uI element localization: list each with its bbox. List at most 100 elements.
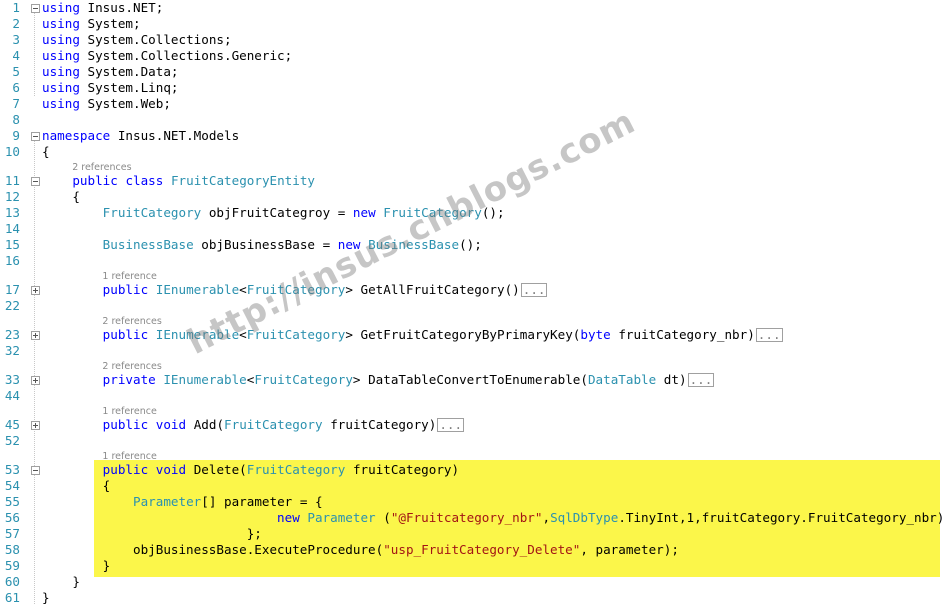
code-line[interactable]: 2 using System; [0,16,945,32]
code-token: DataTable [587,372,657,387]
line-number: 45 [4,417,20,432]
code-line[interactable]: 59 } [0,558,945,574]
line-number: 60 [4,574,20,589]
code-token: System.Linq; [79,80,179,95]
code-token: FruitCategory [224,417,323,432]
code-line[interactable]: 22 [0,298,945,314]
code-line[interactable]: 16 [0,253,945,269]
code-token: > DataTableConvertToEnumerable( [352,372,588,387]
code-text: } [42,590,50,606]
line-number: 11 [4,173,20,188]
code-line[interactable]: 44 [0,388,945,404]
collapsed-region-button[interactable]: ... [755,328,783,342]
code-line[interactable]: 53 public void Delete(FruitCategory frui… [0,462,945,478]
code-token: IEnumerable [155,282,240,297]
code-token: , [542,510,551,525]
line-number: 9 [12,128,20,143]
code-token: new [352,205,376,220]
code-editor[interactable]: 1 using Insus.NET; 2 using System; 3 using Sy… [0,0,945,609]
code-token: BusinessBase [102,237,194,252]
code-token: FruitCategory [102,205,202,220]
code-token: public [102,327,149,342]
code-text: using System.Web; [42,96,171,112]
code-text: using System.Collections.Generic; [42,48,292,64]
code-line[interactable]: 61} [0,590,945,606]
code-text: public void Add(FruitCategory fruitCateg… [42,417,465,433]
code-token: System.Web; [79,96,171,111]
collapse-icon[interactable] [31,4,40,13]
code-line[interactable]: 33 private IEnumerable<FruitCategory> Da… [0,372,945,388]
code-text: public IEnumerable<FruitCategory> GetFru… [42,327,783,343]
code-token: private [102,372,156,387]
line-number: 59 [4,558,20,573]
line-number: 10 [4,144,20,159]
code-token: System; [79,16,141,31]
code-line[interactable]: 6 using System.Linq; [0,80,945,96]
code-token: .TinyInt,1,fruitCategory.FruitCategory_n… [618,510,945,525]
code-token: Add( [186,417,225,432]
code-token: objBusinessBase = [193,237,338,252]
code-line[interactable]: 60 } [0,574,945,590]
code-line[interactable]: 17 public IEnumerable<FruitCategory> Get… [0,282,945,298]
code-line[interactable]: 32 [0,343,945,359]
code-line[interactable]: 54 { [0,478,945,494]
line-number: 2 [12,16,20,31]
code-line[interactable]: 56 new Parameter ("@Fruitcategory_nbr",S… [0,510,945,526]
code-text: } [42,558,111,574]
code-token: [] parameter = { [201,494,323,509]
line-number: 54 [4,478,20,493]
collapsed-region-button[interactable]: ... [437,418,465,432]
code-text: public void Delete(FruitCategory fruitCa… [42,462,459,478]
code-line[interactable]: 15 BusinessBase objBusinessBase = new Bu… [0,237,945,253]
code-text: { [42,478,111,494]
line-number: 16 [4,253,20,268]
line-number: 61 [4,590,20,605]
expand-icon[interactable] [31,421,40,430]
code-line[interactable]: 3 using System.Collections; [0,32,945,48]
code-line[interactable]: 45 public void Add(FruitCategory fruitCa… [0,417,945,433]
code-token: , parameter); [580,542,679,557]
code-text: { [42,144,50,160]
expand-icon[interactable] [31,331,40,340]
line-number: 14 [4,221,20,236]
collapsed-region-button[interactable]: ... [520,283,548,297]
code-line[interactable]: 7 using System.Web; [0,96,945,112]
collapse-icon[interactable] [31,177,40,186]
code-token: class [125,173,164,188]
line-number: 5 [12,64,20,79]
expand-icon[interactable] [31,286,40,295]
collapsed-region-button[interactable]: ... [687,373,715,387]
code-line[interactable]: 1 using Insus.NET; [0,0,945,16]
code-token: Parameter [307,510,376,525]
code-text: public class FruitCategoryEntity [42,173,315,189]
code-line[interactable]: 57 }; [0,526,945,542]
code-line[interactable]: 5 using System.Data; [0,64,945,80]
code-token: byte [580,327,611,342]
code-line[interactable]: 4 using System.Collections.Generic; [0,48,945,64]
code-line[interactable]: 10 { [0,144,945,160]
code-line[interactable]: 52 [0,433,945,449]
line-number: 17 [4,282,20,297]
code-token: Insus.NET; [79,0,164,15]
code-line[interactable]: 55 Parameter[] parameter = { [0,494,945,510]
code-token: System.Collections.Generic; [79,48,293,63]
code-line[interactable]: 8 [0,112,945,128]
code-line[interactable]: 58 objBusinessBase.ExecuteProcedure("usp… [0,542,945,558]
line-number: 23 [4,327,20,342]
code-line[interactable]: 23 public IEnumerable<FruitCategory> Get… [0,327,945,343]
collapse-icon[interactable] [31,466,40,475]
code-token: Parameter [133,494,202,509]
expand-icon[interactable] [31,376,40,385]
collapse-icon[interactable] [31,132,40,141]
code-token: new [277,510,300,525]
code-line[interactable]: 9 namespace Insus.NET.Models [0,128,945,144]
